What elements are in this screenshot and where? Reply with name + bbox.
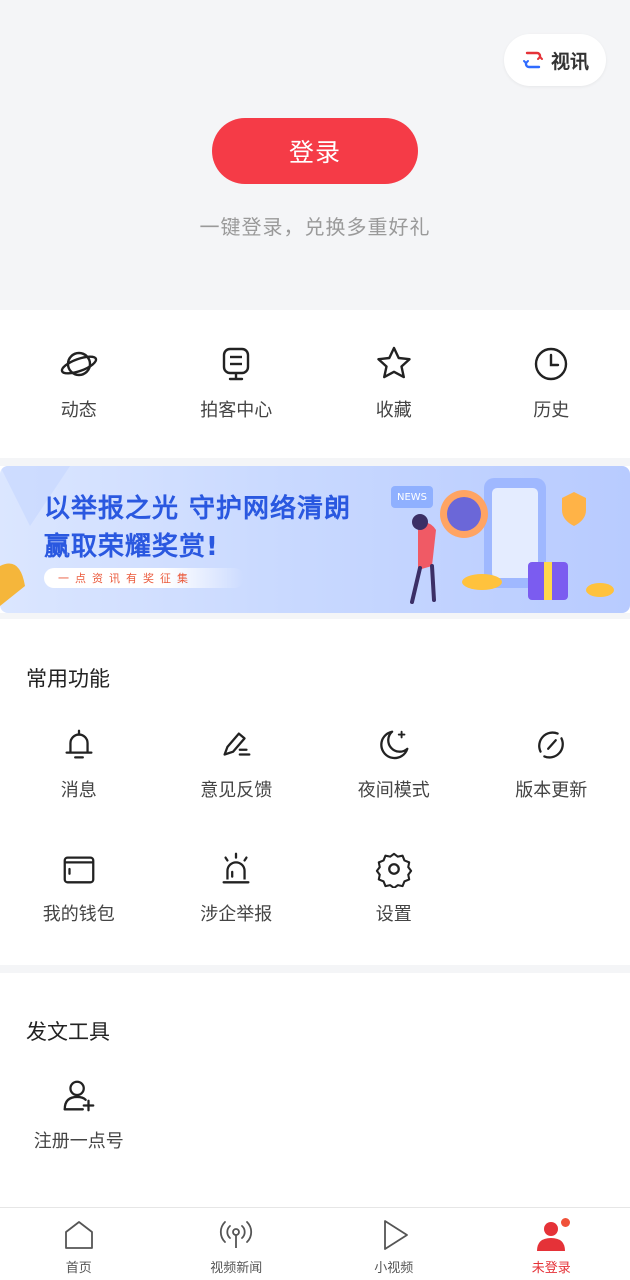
planet-icon (60, 351, 97, 377)
function-feedback[interactable]: 意见反馈 (158, 726, 316, 802)
video-chat-button[interactable]: 视讯 (504, 34, 606, 86)
quick-item-label: 历史 (533, 400, 570, 421)
tab-label: 小视频 (374, 1261, 414, 1276)
profile-header: 视讯 登录 一键登录，兑换多重好礼 (0, 0, 630, 310)
banner-headline-2: 赢取荣耀奖赏! (44, 532, 219, 562)
banner-tag: 一点资讯有奖征集 (44, 568, 244, 588)
pencil-icon (223, 732, 251, 756)
home-icon (64, 1221, 93, 1249)
moon-icon (379, 730, 409, 760)
wallet-icon (63, 856, 95, 884)
function-label: 消息 (60, 780, 97, 801)
function-label: 意见反馈 (200, 780, 273, 801)
quick-item-paike-center[interactable]: 拍客中心 (158, 310, 316, 458)
login-subtitle: 一键登录，兑换多重好礼 (199, 215, 431, 239)
function-night-mode[interactable]: 夜间模式 (315, 726, 473, 802)
function-messages[interactable]: 消息 (0, 726, 158, 802)
function-label: 涉企举报 (200, 904, 273, 925)
camera-icon (223, 347, 250, 381)
tab-not-logged-in[interactable]: 未登录 (473, 1208, 630, 1280)
divider (0, 458, 630, 466)
bottom-tab-bar: 首页 视频新闻 小视频 未登录 (0, 1207, 630, 1280)
quick-item-favorites[interactable]: 收藏 (315, 310, 473, 458)
alarm-icon (222, 852, 250, 884)
function-wallet[interactable]: 我的钱包 (0, 850, 158, 926)
clock-icon (535, 347, 568, 381)
function-label: 注册一点号 (33, 1131, 124, 1152)
common-functions-section: 常用功能 消息 意见反馈 夜间模式 版本更新 我的钱包 涉企举报 设置 (0, 619, 630, 965)
star-icon (377, 346, 411, 379)
quick-actions: 动态 拍客中心 收藏 历史 (0, 310, 630, 458)
function-label: 我的钱包 (42, 904, 115, 925)
tab-label: 首页 (65, 1261, 92, 1276)
add-user-icon (63, 1080, 95, 1112)
quick-item-history[interactable]: 历史 (473, 310, 630, 458)
banner-tag-text: 一点资讯有奖征集 (58, 572, 194, 585)
function-settings[interactable]: 设置 (315, 850, 473, 926)
promo-banner[interactable]: 以举报之光 守护网络清朗 赢取荣耀奖赏! 一点资讯有奖征集 NEWS (0, 466, 630, 613)
banner-headline-1: 以举报之光 守护网络清朗 (44, 494, 352, 524)
function-label: 版本更新 (515, 780, 588, 801)
video-chip-label: 视讯 (550, 50, 589, 73)
refresh-icon (538, 731, 565, 759)
publish-tools-section: 发文工具 注册一点号 (0, 973, 630, 1207)
tab-video-news[interactable]: 视频新闻 (158, 1208, 316, 1280)
tab-label: 未登录 (531, 1261, 571, 1276)
quick-item-label: 动态 (60, 400, 97, 421)
function-label: 夜间模式 (357, 780, 430, 801)
section-title: 发文工具 (26, 1020, 110, 1044)
tab-short-video[interactable]: 小视频 (315, 1208, 473, 1280)
quick-item-label: 拍客中心 (200, 400, 273, 421)
tab-label: 视频新闻 (210, 1261, 263, 1276)
bell-icon (65, 729, 93, 759)
video-call-icon (522, 51, 543, 69)
gear-icon (375, 852, 412, 888)
quick-item-label: 收藏 (375, 400, 412, 421)
notification-dot (560, 1218, 570, 1227)
broadcast-icon (220, 1221, 253, 1248)
register-yidian-account[interactable]: 注册一点号 (0, 1077, 158, 1153)
tab-home[interactable]: 首页 (0, 1208, 158, 1280)
login-button[interactable]: 登录 (212, 118, 418, 184)
quick-item-dynamics[interactable]: 动态 (0, 310, 158, 458)
function-enterprise-report[interactable]: 涉企举报 (158, 850, 316, 926)
play-icon (383, 1220, 408, 1250)
function-label: 设置 (375, 904, 412, 925)
section-title: 常用功能 (26, 667, 110, 691)
function-version-update[interactable]: 版本更新 (473, 726, 630, 802)
divider (0, 965, 630, 973)
banner-news-badge: NEWS (391, 486, 433, 508)
